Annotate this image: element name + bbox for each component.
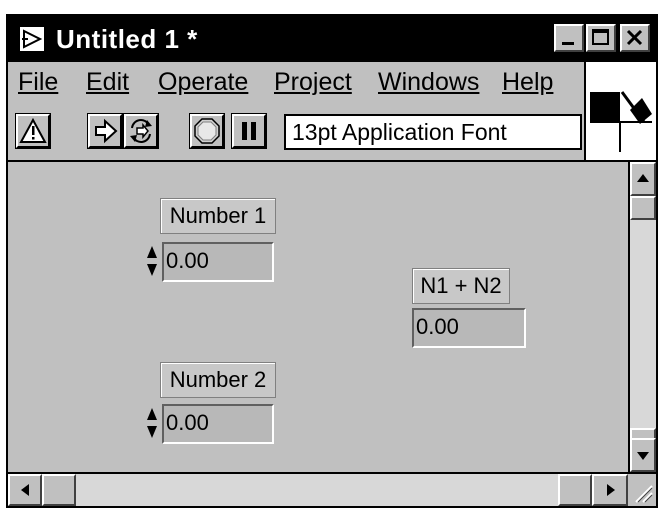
color-palette-tool[interactable] [584,62,656,160]
warning-button[interactable] [15,113,51,149]
abort-button[interactable] [189,113,225,149]
toolbar: 13pt Application Font [8,102,584,160]
result-indicator: 0.00 [412,308,526,348]
menu-windows[interactable]: Windows [378,68,479,97]
warning-icon [19,117,47,143]
pause-icon [242,122,256,140]
arrow-right-icon [607,484,615,496]
run-continuously-button[interactable] [123,113,159,149]
title-bar[interactable]: Untitled 1 * [8,16,656,62]
vertical-scroll-thumb[interactable] [630,196,656,220]
window-title: Untitled 1 * [56,24,198,54]
abort-icon [194,118,220,144]
scroll-left-button[interactable] [8,474,42,506]
menu-operate[interactable]: Operate [158,68,248,97]
close-icon [626,29,643,46]
menu-edit[interactable]: Edit [86,68,129,97]
pause-button[interactable] [231,113,267,149]
close-button[interactable] [620,24,650,52]
minimize-icon [562,42,574,45]
scroll-up-button[interactable] [630,162,656,196]
number1-label: Number 1 [160,198,276,234]
menu-project[interactable]: Project [274,68,352,97]
front-panel[interactable]: Number 1 0.00 Number 2 0.00 N1 + N2 0.00 [8,162,628,472]
number2-label: Number 2 [160,362,276,398]
vi-run-icon [18,25,46,53]
number2-input[interactable]: 0.00 [162,404,274,444]
maximize-button[interactable] [586,24,616,52]
run-button[interactable] [87,113,123,149]
scroll-down-button[interactable] [630,438,656,472]
scroll-right-button[interactable] [592,474,628,506]
result-label: N1 + N2 [412,268,510,304]
menu-file[interactable]: File [18,68,58,97]
menu-bar: File Edit Operate Project Windows Help [8,62,584,102]
resize-grip-icon [635,485,653,503]
horizontal-scroll-segment[interactable] [558,474,592,506]
font-ring[interactable]: 13pt Application Font [284,114,582,150]
arrow-up-icon [637,174,649,182]
arrow-down-icon [637,452,649,460]
minimize-button[interactable] [554,24,584,52]
horizontal-scroll-thumb[interactable] [42,474,76,506]
horizontal-scrollbar[interactable] [8,472,628,506]
vertical-scrollbar[interactable] [628,162,656,472]
arrow-left-icon [21,484,29,496]
number2-increment-decrement[interactable] [146,406,158,440]
color-copy-tool-icon [590,91,652,152]
run-continuously-icon [130,119,152,143]
maximize-icon [592,29,609,45]
vi-front-panel-window: Untitled 1 * File Edit Operate Project W… [6,14,658,508]
resize-grip[interactable] [628,472,656,506]
menu-help[interactable]: Help [502,68,553,97]
run-arrow-icon [95,118,118,144]
number1-increment-decrement[interactable] [146,244,158,278]
number1-input[interactable]: 0.00 [162,242,274,282]
